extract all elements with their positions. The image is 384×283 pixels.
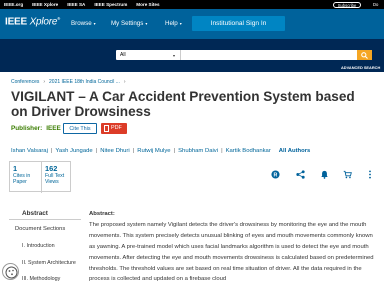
- author-link[interactable]: Shubham Daivi: [178, 148, 218, 154]
- nav-help[interactable]: Help ▾: [165, 20, 182, 27]
- publisher-line: Publisher: IEEE: [11, 125, 61, 132]
- cookie-settings-button[interactable]: [2, 263, 19, 280]
- site-link-ieee-spectrum[interactable]: IEEE Spectrum: [94, 2, 127, 7]
- chevron-right-icon: ›: [123, 79, 126, 85]
- abstract-label: Abstract:: [89, 211, 115, 217]
- pdf-button[interactable]: PDF: [101, 123, 127, 134]
- metric-views[interactable]: 162 Full Text Views: [41, 162, 72, 193]
- top-utility-bar: IEEE.org IEEE Xplore IEEE SA IEEE Spectr…: [0, 0, 384, 9]
- ieee-xplore-logo[interactable]: IEEE Xplore®: [5, 16, 60, 27]
- sidebar-abstract-link[interactable]: Abstract: [22, 210, 48, 217]
- publisher-name: IEEE: [46, 125, 61, 132]
- author-list: Ishan Valsaraj | Yash Jungade | Nitee Dhur…: [11, 148, 311, 154]
- site-link-more-sites[interactable]: More Sites: [136, 2, 159, 7]
- site-link-ieee-xplore[interactable]: IEEE Xplore: [32, 2, 58, 7]
- search-button[interactable]: [357, 50, 372, 60]
- author-link[interactable]: Rutwij Mulye: [137, 148, 170, 154]
- breadcrumb: Conferences › 2021 IEEE 18th India Counc…: [11, 79, 126, 85]
- cite-this-button[interactable]: Cite This: [63, 123, 97, 134]
- rights-icon[interactable]: R: [271, 170, 280, 179]
- search-band: All ▾ ADVANCED SEARCH: [0, 39, 384, 72]
- author-link[interactable]: Kartik Bodhankar: [226, 148, 271, 154]
- search-scope-select[interactable]: All: [120, 52, 126, 58]
- search-bar: All ▾: [116, 50, 372, 60]
- cart-icon[interactable]: [343, 170, 352, 179]
- breadcrumb-conferences[interactable]: Conferences: [11, 79, 39, 85]
- nav-browse[interactable]: Browse ▾: [71, 20, 96, 27]
- donate-link[interactable]: Do: [373, 2, 378, 7]
- sidebar-divider: [9, 219, 81, 220]
- author-link[interactable]: Ishan Valsaraj: [11, 148, 48, 154]
- main-header: IEEE Xplore® Browse ▾ My Settings ▾ Help ▾ …: [0, 9, 384, 39]
- chevron-down-icon: ▾: [173, 52, 176, 58]
- metric-cites[interactable]: 1 Cites in Paper: [10, 162, 41, 193]
- abstract-text: The proposed system namely Vigilant dete…: [89, 221, 374, 283]
- sidebar-item-methodology[interactable]: III. Methodology: [22, 276, 60, 282]
- search-icon: [361, 52, 368, 59]
- search-divider: [180, 50, 181, 60]
- nav-my-settings[interactable]: My Settings ▾: [111, 20, 147, 27]
- alert-bell-icon[interactable]: [320, 170, 329, 179]
- page-title: VIGILANT – A Car Accident Prevention Sys…: [11, 89, 355, 119]
- svg-text:R: R: [274, 172, 278, 178]
- site-link-ieee-org[interactable]: IEEE.org: [4, 2, 23, 7]
- chevron-right-icon: ›: [43, 79, 46, 85]
- chevron-down-icon: ▾: [145, 21, 148, 26]
- all-authors-link[interactable]: All Authors: [279, 148, 311, 154]
- sidebar-item-introduction[interactable]: I. Introduction: [22, 243, 55, 249]
- more-options-icon[interactable]: [368, 170, 372, 179]
- author-link[interactable]: Yash Jungade: [55, 148, 92, 154]
- breadcrumb-conference[interactable]: 2021 IEEE 18th India Council ...: [49, 79, 120, 85]
- author-link[interactable]: Nitee Dhuri: [100, 148, 129, 154]
- chevron-down-icon: ▾: [179, 21, 182, 26]
- abstract-section: Abstract: The proposed system namely Vig…: [89, 209, 377, 283]
- institutional-sign-in-button[interactable]: Institutional Sign In: [192, 16, 285, 31]
- subscribe-button[interactable]: Subscribe: [333, 1, 361, 8]
- document-sections-heading: Document Sections: [15, 226, 66, 232]
- sidebar-item-system-architecture[interactable]: II. System Architecture: [22, 260, 76, 266]
- search-input[interactable]: [182, 50, 370, 60]
- pdf-icon: [104, 125, 109, 132]
- share-icon[interactable]: [296, 170, 305, 179]
- site-link-ieee-sa[interactable]: IEEE SA: [67, 2, 85, 7]
- cookie-icon: [5, 266, 18, 279]
- chevron-down-icon: ▾: [93, 21, 96, 26]
- advanced-search-link[interactable]: ADVANCED SEARCH: [341, 65, 380, 70]
- site-links: IEEE.org IEEE Xplore IEEE SA IEEE Spectr…: [4, 2, 160, 7]
- metrics-box: 1 Cites in Paper 162 Full Text Views: [9, 161, 72, 193]
